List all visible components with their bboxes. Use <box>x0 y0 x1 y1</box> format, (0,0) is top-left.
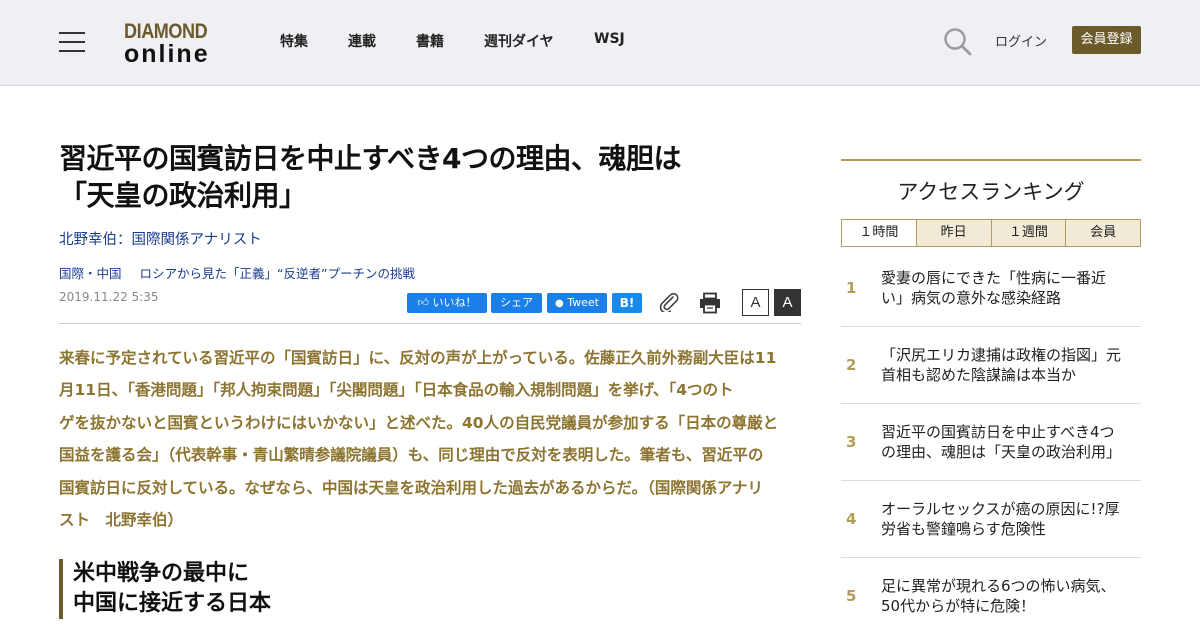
headline-line: 労省も警鐘鳴らす危険性 <box>881 520 1046 538</box>
ranking-item[interactable]: 4 オーラルセックスが癌の原因に!?厚 労省も警鐘鳴らす危険性 <box>841 481 1141 558</box>
print-icon[interactable] <box>699 292 721 318</box>
series-link[interactable]: ロシアから見た「正義」“反逆者”プーチンの挑戦 <box>140 266 415 281</box>
hatena-bookmark-button[interactable]: B! <box>612 293 642 313</box>
headline-line: の理由、魂胆は「天皇の政治利用」 <box>881 443 1122 461</box>
nav-wsj[interactable]: WSJ <box>594 31 625 47</box>
section-heading: 米中戦争の最中に 中国に接近する日本 <box>59 559 459 619</box>
lead-line: ゲを抜かないと国賓というわけにはいかない」と述べた。40人の自民党議員が参加する… <box>59 413 779 432</box>
headline-line: 「沢尻エリカ逮捕は政権の指図」元 <box>881 346 1122 364</box>
headline-line: オーラルセックスが癌の原因に!?厚 <box>881 500 1120 518</box>
login-link[interactable]: ログイン <box>995 31 1047 50</box>
search-icon[interactable] <box>943 27 973 57</box>
article-lead: 来春に予定されている習近平の「国賓訪日」に、反対の声が上がっている。佐藤正久前外… <box>59 342 801 536</box>
thumbs-up-icon: 👍︎ <box>417 296 430 309</box>
ranking-headline: オーラルセックスが癌の原因に!?厚 労省も警鐘鳴らす危険性 <box>881 481 1141 557</box>
tab-members[interactable]: 会員 <box>1065 220 1140 246</box>
headline-line: い」病気の意外な感染経路 <box>881 289 1062 307</box>
ranking-number: 2 <box>846 356 857 374</box>
logo-online: online <box>124 40 210 68</box>
paperclip-icon[interactable] <box>658 292 680 316</box>
ranking-number: 5 <box>846 587 857 605</box>
lead-line: 来春に予定されている習近平の「国賓訪日」に、反対の声が上がっている。佐藤正久前外… <box>59 349 777 367</box>
twitter-bird-icon: ● <box>555 298 564 309</box>
ranking-number: 3 <box>846 433 857 451</box>
headline-line: 愛妻の唇にできた「性病に一番近 <box>881 269 1107 287</box>
font-size-large-button[interactable]: A <box>774 289 801 316</box>
nav-feature[interactable]: 特集 <box>280 31 308 51</box>
ranking-item[interactable]: 2 「沢尻エリカ逮捕は政権の指図」元 首相も認めた陰謀論は本当か <box>841 327 1141 404</box>
ranking-item[interactable]: 5 足に異常が現れる6つの怖い病気、 50代からが特に危険！ <box>841 558 1141 635</box>
menu-icon-bar <box>59 32 85 34</box>
menu-icon-bar <box>59 41 85 43</box>
tweet-label: Tweet <box>567 296 599 309</box>
nav-books[interactable]: 書籍 <box>416 31 444 51</box>
facebook-like-button[interactable]: 👍︎ いいね！ <box>407 293 487 313</box>
lead-line: 国賓訪日に反対している。なぜなら、中国は天皇を政治利用した過去があるからだ。（国… <box>59 478 764 497</box>
ranking-headline: 「沢尻エリカ逮捕は政権の指図」元 首相も認めた陰謀論は本当か <box>881 327 1141 403</box>
tweet-button[interactable]: ● Tweet <box>547 293 607 313</box>
tab-yesterday[interactable]: 昨日 <box>915 220 991 246</box>
divider <box>59 323 801 324</box>
nav-weekly-diamond[interactable]: 週刊ダイヤ <box>484 31 554 51</box>
headline-line: 習近平の国賓訪日を中止すべき4つ <box>881 423 1115 441</box>
ranking-title: アクセスランキング <box>897 180 1085 204</box>
title-line: 「天皇の政治利用」 <box>59 179 307 212</box>
facebook-share-button[interactable]: シェア <box>491 293 542 313</box>
register-button[interactable]: 会員登録 <box>1072 26 1141 54</box>
menu-icon-bar <box>59 50 85 52</box>
tab-1-hour[interactable]: １時間 <box>842 220 916 246</box>
menu-icon[interactable] <box>59 32 85 52</box>
ranking-headline: 愛妻の唇にできた「性病に一番近 い」病気の意外な感染経路 <box>881 250 1141 326</box>
ranking-headline: 足に異常が現れる6つの怖い病気、 50代からが特に危険！ <box>881 558 1141 634</box>
headline-line: 足に異常が現れる6つの怖い病気、 <box>881 577 1116 595</box>
ranking-item[interactable]: 1 愛妻の唇にできた「性病に一番近 い」病気の意外な感染経路 <box>841 250 1141 327</box>
nav-series[interactable]: 連載 <box>348 31 376 51</box>
lead-line: 月11日、「香港問題」「邦人拘束問題」「尖閣問題」「日本食品の輸入規制問題」を挙… <box>59 381 734 400</box>
lead-line: 国益を護る会」（代表幹事・青山繁晴参議院議員）も、同じ理由で反対を表明した。筆者… <box>59 446 764 465</box>
site-header: DIAMOND online 特集 連載 書籍 週刊ダイヤ WSJ ログイン 会… <box>0 0 1200 86</box>
heading-line: 米中戦争の最中に <box>73 561 250 586</box>
font-size-small-button[interactable]: A <box>742 289 769 316</box>
publish-date: 2019.11.22 5:35 <box>59 290 159 304</box>
site-logo[interactable]: DIAMOND online <box>124 20 228 68</box>
ranking-top-rule <box>841 159 1141 161</box>
section-heading-text: 米中戦争の最中に 中国に接近する日本 <box>73 559 459 619</box>
headline-line: 首相も認めた陰謀論は本当か <box>881 366 1077 384</box>
ranking-headline: 習近平の国賓訪日を中止すべき4つ の理由、魂胆は「天皇の政治利用」 <box>881 404 1141 480</box>
tab-1-week[interactable]: １週間 <box>990 220 1066 246</box>
title-line: 習近平の国賓訪日を中止すべき4つの理由、魂胆は <box>59 142 682 175</box>
article-title: 習近平の国賓訪日を中止すべき4つの理由、魂胆は 「天皇の政治利用」 <box>59 140 779 214</box>
ranking-item[interactable]: 3 習近平の国賓訪日を中止すべき4つ の理由、魂胆は「天皇の政治利用」 <box>841 404 1141 481</box>
like-label: いいね！ <box>432 296 477 309</box>
author-link[interactable]: 北野幸伯：国際関係アナリスト <box>59 228 262 249</box>
category-link[interactable]: 国際・中国 <box>59 266 122 281</box>
ranking-number: 1 <box>846 279 857 297</box>
ranking-number: 4 <box>846 510 857 528</box>
lead-line: スト 北野幸伯） <box>59 511 184 530</box>
category-row: 国際・中国 ロシアから見た「正義」“反逆者”プーチンの挑戦 <box>59 263 415 282</box>
heading-line: 中国に接近する日本 <box>73 591 272 616</box>
ranking-tabs: １時間 昨日 １週間 会員 <box>841 219 1141 247</box>
headline-line: 50代からが特に危険！ <box>881 597 1036 615</box>
